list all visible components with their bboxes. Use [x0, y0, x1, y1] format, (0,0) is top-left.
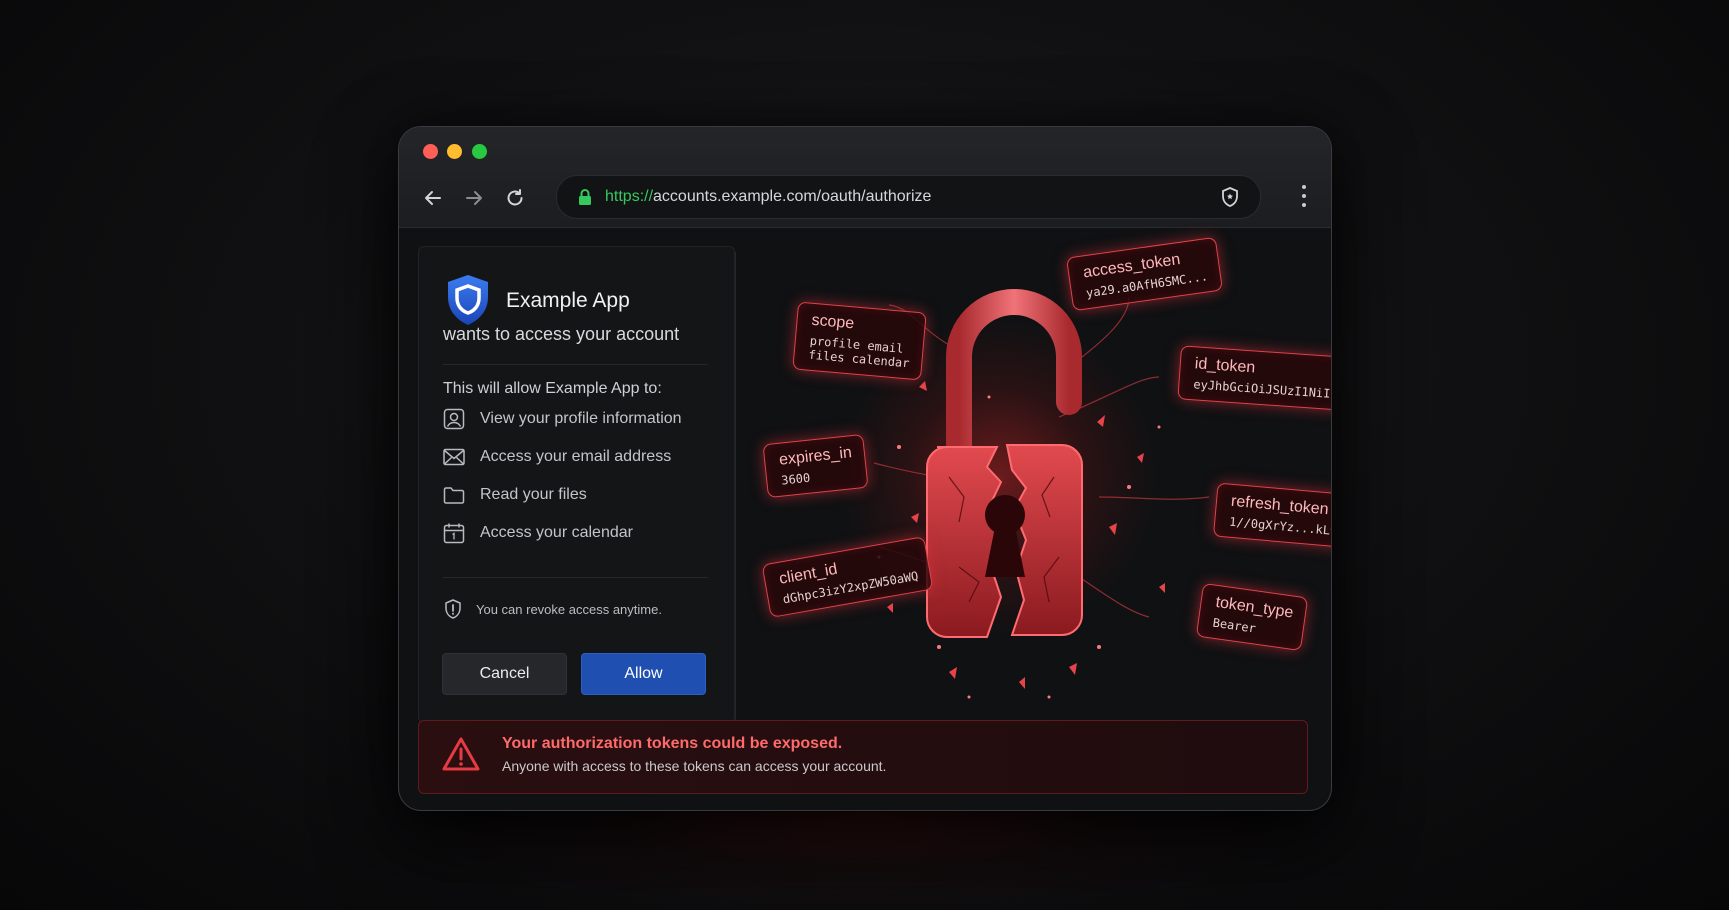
- permission-label: Access your email address: [480, 448, 672, 465]
- divider: [443, 577, 708, 578]
- reload-button[interactable]: [500, 183, 530, 213]
- url-text: https://accounts.example.com/oauth/autho…: [605, 188, 931, 206]
- arrow-left-icon: [425, 191, 441, 205]
- browser-window: https://accounts.example.com/oauth/autho…: [399, 127, 1331, 810]
- allow-button[interactable]: Allow: [581, 653, 706, 695]
- forward-button[interactable]: [459, 183, 489, 213]
- consent-subtitle: wants to access your account: [443, 324, 680, 344]
- permissions-heading: This will allow Example App to:: [443, 380, 662, 397]
- folder-icon: [443, 484, 465, 506]
- lock-icon: [579, 189, 591, 205]
- mail-icon: [443, 446, 465, 468]
- token-card-scope: scope profile email files calendar: [792, 301, 927, 381]
- token-value: profile email files calendar: [808, 333, 911, 371]
- reload-icon: [507, 189, 523, 206]
- back-button[interactable]: [418, 183, 448, 213]
- permission-item: Access your email address: [443, 445, 671, 469]
- token-card-expires-in: expires_in 3600: [762, 433, 869, 499]
- url-scheme: https://: [605, 188, 654, 205]
- shield-icon: [445, 599, 461, 619]
- minimize-window-button[interactable]: [447, 144, 462, 159]
- maximize-window-button[interactable]: [472, 144, 487, 159]
- permission-label: Access your calendar: [480, 524, 633, 541]
- calendar-icon: [443, 522, 465, 544]
- broken-lock-illustration: access_token ya29.a0AfH6SMC... scope pro…: [689, 227, 1331, 727]
- token-exposure-warning: Your authorization tokens could be expos…: [418, 720, 1308, 794]
- divider: [443, 364, 708, 365]
- token-value: 3600: [780, 470, 811, 488]
- permission-label: View your profile information: [480, 410, 682, 427]
- app-name: Example App: [506, 289, 630, 312]
- permission-item: Access your calendar: [443, 521, 633, 545]
- revoke-note: You can revoke access anytime.: [443, 598, 662, 620]
- cancel-button[interactable]: Cancel: [442, 653, 567, 695]
- permission-item: Read your files: [443, 483, 587, 507]
- app-shield-logo-icon: [448, 275, 488, 325]
- address-bar[interactable]: https://accounts.example.com/oauth/autho…: [556, 175, 1261, 219]
- warning-triangle-icon: [442, 737, 480, 771]
- permission-item: View your profile information: [443, 407, 682, 431]
- window-reflection: [400, 812, 1330, 910]
- browser-menu-button[interactable]: [1299, 182, 1309, 210]
- browser-toolbar: https://accounts.example.com/oauth/autho…: [399, 127, 1331, 228]
- warning-message: Anyone with access to these tokens can a…: [502, 758, 887, 774]
- consent-panel: Example App wants to access your account…: [418, 246, 735, 723]
- permission-label: Read your files: [480, 486, 587, 503]
- revoke-text: You can revoke access anytime.: [476, 601, 662, 617]
- warning-title: Your authorization tokens could be expos…: [502, 735, 843, 752]
- close-window-button[interactable]: [423, 144, 438, 159]
- token-value: 1//0gXrYz...kL9m2: [1228, 514, 1331, 540]
- token-key: expires_in: [778, 444, 853, 469]
- user-icon: [443, 408, 465, 430]
- arrow-right-icon: [466, 191, 482, 205]
- url-path: accounts.example.com/oauth/authorize: [653, 188, 932, 205]
- site-shield-icon[interactable]: [1220, 186, 1240, 208]
